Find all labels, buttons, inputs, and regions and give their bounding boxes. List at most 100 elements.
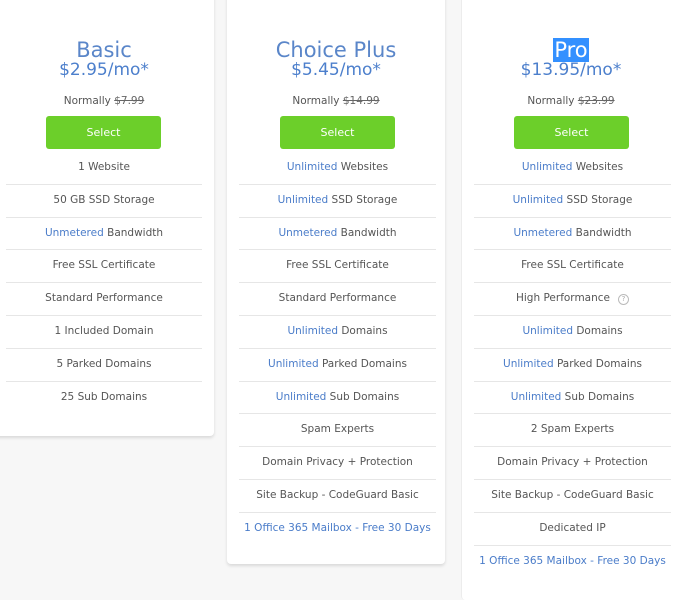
feature-text: Domains: [338, 324, 388, 337]
feature-text: Websites: [572, 161, 624, 173]
select-basic-button[interactable]: Select: [46, 116, 161, 149]
feature-text: Domains: [573, 324, 623, 337]
normal-price: $7.99: [114, 95, 145, 107]
feature-text: Dedicated IP: [539, 521, 606, 534]
feature-item: 25 Sub Domains: [6, 382, 202, 414]
feature-item: Unlimited Domains: [239, 316, 436, 349]
feature-highlight: Unlimited: [521, 161, 573, 173]
feature-item: Unmetered Bandwidth: [6, 218, 202, 251]
feature-item: Spam Experts: [239, 414, 436, 448]
feature-text: Bandwidth: [572, 226, 632, 239]
feature-highlight: Unlimited: [512, 193, 564, 206]
feature-text: Free SSL Certificate: [52, 259, 156, 272]
normally-label: Normally: [63, 95, 111, 107]
feature-text: Free SSL Certificate: [521, 259, 624, 272]
feature-item: Site Backup - CodeGuard Basic: [474, 480, 671, 513]
feature-highlight: Unlimited: [277, 193, 329, 206]
feature-text: Parked Domains: [318, 357, 407, 370]
feature-item: High Performance?: [474, 283, 671, 316]
feature-text: Bandwidth: [337, 226, 397, 239]
feature-text: Domain Privacy + Protection: [262, 456, 413, 469]
normal-price-line: Normally $14.99: [227, 94, 445, 108]
feature-highlight: Unlimited: [275, 390, 327, 403]
normal-price-line: Normally $7.99: [0, 94, 214, 108]
feature-item: Dedicated IP: [474, 513, 671, 546]
feature-text: Parked Domains: [553, 357, 642, 370]
feature-item: Unmetered Bandwidth: [474, 218, 671, 251]
feature-item: Unlimited Sub Domains: [474, 382, 671, 415]
feature-item: Free SSL Certificate: [239, 250, 436, 284]
feature-highlight: Unlimited: [510, 390, 562, 403]
select-choice-plus-button[interactable]: Select: [280, 116, 395, 149]
normal-price-line: Normally $23.99: [450, 94, 678, 108]
plan-price: $13.95/mo*: [520, 60, 622, 80]
feature-text: Bandwidth: [103, 226, 164, 239]
feature-item: Standard Performance: [239, 283, 436, 316]
feature-text: 1 Website: [78, 161, 130, 173]
help-circle-icon[interactable]: ?: [618, 294, 629, 306]
plan-card-pro: Pro $13.95/mo* Normally $23.99 Select Un…: [461, 0, 678, 600]
select-pro-button[interactable]: Select: [514, 116, 629, 149]
feature-text: Site Backup - CodeGuard Basic: [256, 488, 419, 501]
feature-item: Unlimited Parked Domains: [474, 349, 671, 382]
feature-item: Unlimited Domains: [474, 316, 671, 349]
feature-item: 1 Website: [6, 152, 202, 185]
normal-price: $14.99: [342, 95, 380, 107]
feature-text: Standard Performance: [45, 292, 163, 305]
feature-text: Spam Experts: [300, 423, 375, 436]
office365-mailbox-link[interactable]: 1 Office 365 Mailbox - Free 30 Days: [244, 522, 431, 534]
feature-text: Free SSL Certificate: [286, 259, 389, 272]
feature-item[interactable]: 1 Office 365 Mailbox - Free 30 Days: [474, 546, 671, 578]
feature-item: Domain Privacy + Protection: [474, 447, 671, 480]
feature-text: 50 GB SSD Storage: [53, 193, 155, 206]
feature-text: High Performance: [515, 292, 610, 305]
plan-card-basic: Basic $2.95/mo* Normally $7.99 Select 1 …: [0, 0, 214, 436]
feature-text: Sub Domains: [561, 390, 635, 403]
feature-list: 1 Website 50 GB SSD Storage Unmetered Band…: [6, 152, 202, 413]
feature-item: 2 Spam Experts: [474, 414, 671, 448]
feature-item: Free SSL Certificate: [474, 250, 671, 284]
normal-price: $23.99: [577, 95, 615, 107]
feature-item: Unlimited SSD Storage: [474, 185, 671, 218]
feature-highlight: Unmetered: [44, 226, 104, 239]
feature-highlight: Unmetered: [278, 226, 338, 239]
feature-item: Standard Performance: [6, 283, 202, 316]
feature-text: 5 Parked Domains: [56, 357, 152, 370]
normally-label: Normally: [527, 95, 575, 107]
feature-item: 50 GB SSD Storage: [6, 185, 202, 218]
plan-price: $5.45/mo*: [291, 60, 381, 80]
feature-text: 25 Sub Domains: [60, 390, 148, 403]
feature-highlight: Unlimited: [286, 161, 338, 173]
feature-item: Site Backup - CodeGuard Basic: [239, 480, 436, 513]
feature-text: Sub Domains: [326, 390, 400, 403]
feature-text: SSD Storage: [328, 193, 398, 206]
feature-item: Unlimited SSD Storage: [239, 185, 436, 218]
feature-item: Free SSL Certificate: [6, 250, 202, 284]
feature-highlight: Unmetered: [513, 226, 573, 239]
feature-text: 1 Included Domain: [54, 324, 154, 337]
feature-item: 5 Parked Domains: [6, 349, 202, 382]
feature-item: Unlimited Parked Domains: [239, 349, 436, 382]
feature-item[interactable]: 1 Office 365 Mailbox - Free 30 Days: [239, 513, 436, 545]
feature-item: Domain Privacy + Protection: [239, 447, 436, 480]
feature-item: Unmetered Bandwidth: [239, 218, 436, 251]
feature-highlight: Unlimited: [522, 324, 573, 337]
feature-text: Standard Performance: [278, 292, 397, 305]
feature-item: Unlimited Websites: [474, 152, 671, 185]
feature-item: 1 Included Domain: [6, 316, 202, 349]
feature-highlight: Unlimited: [503, 357, 554, 370]
feature-list: Unlimited Websites Unlimited SSD Storage U…: [474, 152, 671, 577]
feature-text: Site Backup - CodeGuard Basic: [491, 488, 654, 501]
office365-mailbox-link[interactable]: 1 Office 365 Mailbox - Free 30 Days: [479, 555, 666, 567]
plan-price: $2.95/mo*: [59, 60, 149, 80]
plan-card-choice-plus: Choice Plus $5.45/mo* Normally $14.99 Se…: [227, 0, 445, 564]
feature-highlight: Unlimited: [268, 357, 319, 370]
normally-label: Normally: [292, 95, 340, 107]
feature-text: Domain Privacy + Protection: [497, 456, 648, 469]
feature-text: 2 Spam Experts: [530, 423, 615, 436]
feature-text: Websites: [337, 161, 389, 173]
feature-item: Unlimited Websites: [239, 152, 436, 185]
feature-text: SSD Storage: [563, 193, 633, 206]
feature-highlight: Unlimited: [287, 324, 338, 337]
feature-item: Unlimited Sub Domains: [239, 382, 436, 415]
